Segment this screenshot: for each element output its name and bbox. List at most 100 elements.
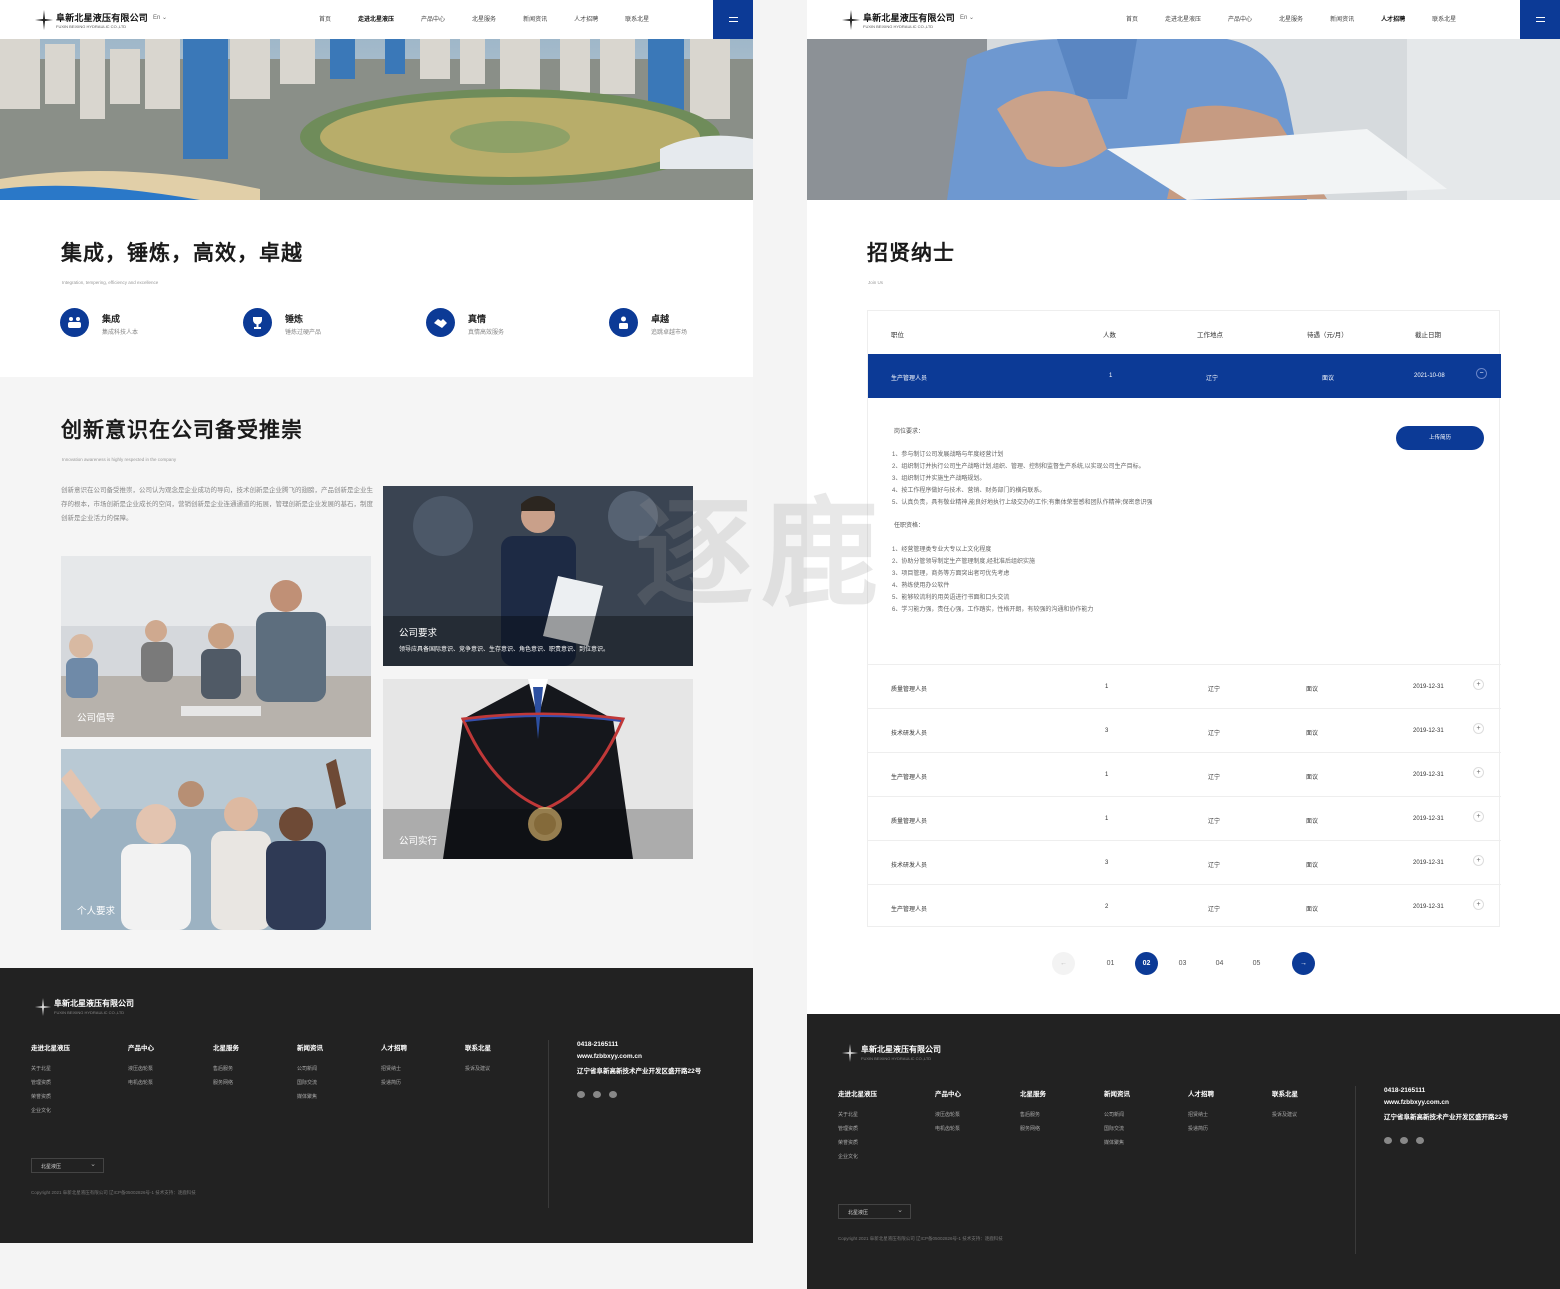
table-row[interactable]: 生产管理人员 2 辽宁 面议 2019-12-31 + bbox=[868, 884, 1501, 928]
feature-desc: 真情高效服务 bbox=[468, 330, 505, 336]
nav-news[interactable]: 新闻资讯 bbox=[523, 14, 547, 23]
expand-icon[interactable]: + bbox=[1473, 899, 1484, 910]
trophy-icon bbox=[243, 308, 272, 337]
nav-home[interactable]: 首页 bbox=[1126, 14, 1138, 23]
weibo-icon[interactable] bbox=[1384, 1137, 1392, 1144]
next-page-button[interactable]: → bbox=[1292, 952, 1315, 975]
menu-button[interactable] bbox=[1520, 0, 1560, 39]
table-row[interactable]: 生产管理人员 1 辽宁 面议 2019-12-31 + bbox=[868, 752, 1501, 796]
menu-button[interactable] bbox=[713, 0, 753, 39]
footer-copyright: Copyright 2021 阜新北星液压有限公司 辽ICP备05002826号… bbox=[31, 1190, 196, 1195]
feature-desc: 集成科技人本 bbox=[102, 330, 139, 336]
nav-about[interactable]: 走进北星液压 bbox=[358, 14, 394, 23]
weibo-icon[interactable] bbox=[577, 1091, 585, 1098]
hero-city-image bbox=[0, 39, 753, 200]
card-company-implements[interactable]: 公司实行 bbox=[383, 679, 693, 859]
nav-contact[interactable]: 联系北星 bbox=[625, 14, 649, 23]
footer-website[interactable]: www.fzbbxyy.com.cn bbox=[577, 1053, 701, 1060]
page-05[interactable]: 05 bbox=[1245, 952, 1268, 975]
requirements-label: 岗位要求： bbox=[894, 429, 925, 435]
qq-icon[interactable] bbox=[1416, 1137, 1424, 1144]
footer-address: 辽宁省阜新高新技术产业开发区盛开路22号 bbox=[1384, 1114, 1509, 1121]
footer-phone: 0418-2165111 bbox=[577, 1041, 619, 1048]
feature-title: 集成 bbox=[102, 314, 121, 324]
nav-products[interactable]: 产品中心 bbox=[1228, 14, 1252, 23]
footer-address: 辽宁省阜新高新技术产业开发区盛开路22号 bbox=[577, 1068, 702, 1075]
card-caption: 公司实行 bbox=[399, 836, 438, 847]
innovation-paragraph: 创新意识在公司备受推崇，公司认为观念是企业成功的导向，技术创新是企业腾飞的翅膀，… bbox=[61, 487, 373, 522]
city-skyline-image bbox=[0, 39, 753, 200]
footer-col-products: 产品中心 液压齿轮泵 电机齿轮泵 bbox=[128, 1045, 154, 1086]
nav-careers[interactable]: 人才招聘 bbox=[574, 14, 598, 23]
expand-icon[interactable]: + bbox=[1473, 767, 1484, 778]
nav-careers[interactable]: 人才招聘 bbox=[1381, 14, 1405, 23]
brand-name: 阜新北星液压有限公司 bbox=[863, 13, 956, 23]
nav-service[interactable]: 北星服务 bbox=[1279, 14, 1303, 23]
expand-icon[interactable]: + bbox=[1473, 855, 1484, 866]
hero-handshake-image bbox=[807, 39, 1560, 200]
table-row[interactable]: 技术研发人员 3 辽宁 面议 2019-12-31 + bbox=[868, 840, 1501, 884]
nav-home[interactable]: 首页 bbox=[319, 14, 331, 23]
watermark: 逐鹿 bbox=[635, 489, 888, 621]
feature-integration: 集成 集成科技人本 bbox=[60, 308, 210, 340]
col-deadline: 截止日期 bbox=[1415, 332, 1441, 339]
values-subtitle: Integration, tempering, efficiency and e… bbox=[62, 280, 159, 285]
footer-brand-en: FUXIN BEIXING HYDRAULIC CO.,LTD bbox=[861, 1056, 932, 1061]
feature-title: 卓越 bbox=[651, 314, 670, 324]
qq-icon[interactable] bbox=[609, 1091, 617, 1098]
col-count: 人数 bbox=[1103, 332, 1116, 339]
footer-site-select[interactable]: 北星液压 bbox=[838, 1204, 911, 1219]
nav-products[interactable]: 产品中心 bbox=[421, 14, 445, 23]
col-position: 职位 bbox=[891, 332, 904, 339]
footer-site-select[interactable]: 北星液压 bbox=[31, 1158, 104, 1173]
footer-col-careers: 人才招聘 招贤纳士 投递简历 bbox=[381, 1045, 407, 1086]
innovation-title: 创新意识在公司备受推崇 bbox=[61, 419, 303, 442]
wechat-icon[interactable] bbox=[593, 1091, 601, 1098]
card-company-advocates[interactable]: 公司倡导 bbox=[61, 556, 371, 737]
nav-contact[interactable]: 联系北星 bbox=[1432, 14, 1456, 23]
footer-logo[interactable]: 阜新北星液压有限公司 FUXIN BEIXING HYDRAULIC CO.,L… bbox=[841, 1040, 961, 1068]
card-caption: 公司要求 bbox=[399, 628, 438, 639]
footer-divider bbox=[548, 1040, 549, 1208]
footer-website[interactable]: www.fzbbxyy.com.cn bbox=[1384, 1099, 1508, 1106]
site-footer: 阜新北星液压有限公司 FUXIN BEIXING HYDRAULIC CO.,L… bbox=[807, 1014, 1560, 1289]
feature-desc: 锤炼过硬产品 bbox=[285, 330, 322, 336]
page-04[interactable]: 04 bbox=[1208, 952, 1231, 975]
site-logo[interactable]: 阜新北星液压有限公司 FUXIN BEIXING HYDRAULIC CO.,L… bbox=[34, 6, 148, 34]
page-03[interactable]: 03 bbox=[1171, 952, 1194, 975]
prev-page-button[interactable]: ← bbox=[1052, 952, 1075, 975]
footer-brand-en: FUXIN BEIXING HYDRAULIC CO.,LTD bbox=[54, 1010, 125, 1015]
nav-about[interactable]: 走进北星液压 bbox=[1165, 14, 1201, 23]
language-switch[interactable]: En ⌄ bbox=[960, 14, 974, 21]
footer-col-products: 产品中心 液压齿轮泵 电机齿轮泵 bbox=[935, 1091, 961, 1132]
handshake-photo bbox=[807, 39, 1560, 200]
nav-service[interactable]: 北星服务 bbox=[472, 14, 496, 23]
footer-col-news: 新闻资讯 公司新闻 国际交流 媒体聚焦 bbox=[297, 1045, 323, 1100]
collapse-icon[interactable]: − bbox=[1476, 368, 1487, 379]
upload-resume-button[interactable]: 上传简历 bbox=[1396, 426, 1484, 450]
job-detail: 岗位要求： 1、参与制订公司发展战略与年度经营计划 2、组织制订并执行公司生产战… bbox=[868, 398, 1501, 664]
team-icon bbox=[60, 308, 89, 337]
star-logo-icon bbox=[841, 1044, 859, 1062]
expand-icon[interactable]: + bbox=[1473, 811, 1484, 822]
footer-logo[interactable]: 阜新北星液压有限公司 FUXIN BEIXING HYDRAULIC CO.,L… bbox=[34, 994, 154, 1022]
values-title: 集成，锤炼，高效，卓越 bbox=[61, 242, 303, 265]
card-personal-requirements[interactable]: 个人要求 bbox=[61, 749, 371, 930]
card-caption: 公司倡导 bbox=[77, 713, 116, 724]
footer-contact: 0418-2165111 www.fzbbxyy.com.cn 辽宁省阜新高新技… bbox=[1384, 1087, 1508, 1126]
expand-icon[interactable]: + bbox=[1473, 723, 1484, 734]
feature-title: 锤炼 bbox=[285, 314, 304, 324]
page-01[interactable]: 01 bbox=[1099, 952, 1122, 975]
table-row[interactable]: 质量管理人员 1 辽宁 面议 2019-12-31 + bbox=[868, 796, 1501, 840]
table-row[interactable]: 质量管理人员 1 辽宁 面议 2019-12-31 + bbox=[868, 664, 1501, 708]
page-02-active[interactable]: 02 bbox=[1135, 952, 1158, 975]
wechat-icon[interactable] bbox=[1400, 1137, 1408, 1144]
table-row-active[interactable]: 生产管理人员 1 辽宁 面议 2021-10-08 − bbox=[868, 354, 1501, 398]
language-switch[interactable]: En ⌄ bbox=[153, 14, 167, 21]
footer-divider bbox=[1355, 1086, 1356, 1254]
feature-title: 真情 bbox=[468, 314, 487, 324]
table-row[interactable]: 技术研发人员 3 辽宁 面议 2019-12-31 + bbox=[868, 708, 1501, 752]
nav-news[interactable]: 新闻资讯 bbox=[1330, 14, 1354, 23]
expand-icon[interactable]: + bbox=[1473, 679, 1484, 690]
site-logo[interactable]: 阜新北星液压有限公司 FUXIN BEIXING HYDRAULIC CO.,L… bbox=[841, 6, 955, 34]
